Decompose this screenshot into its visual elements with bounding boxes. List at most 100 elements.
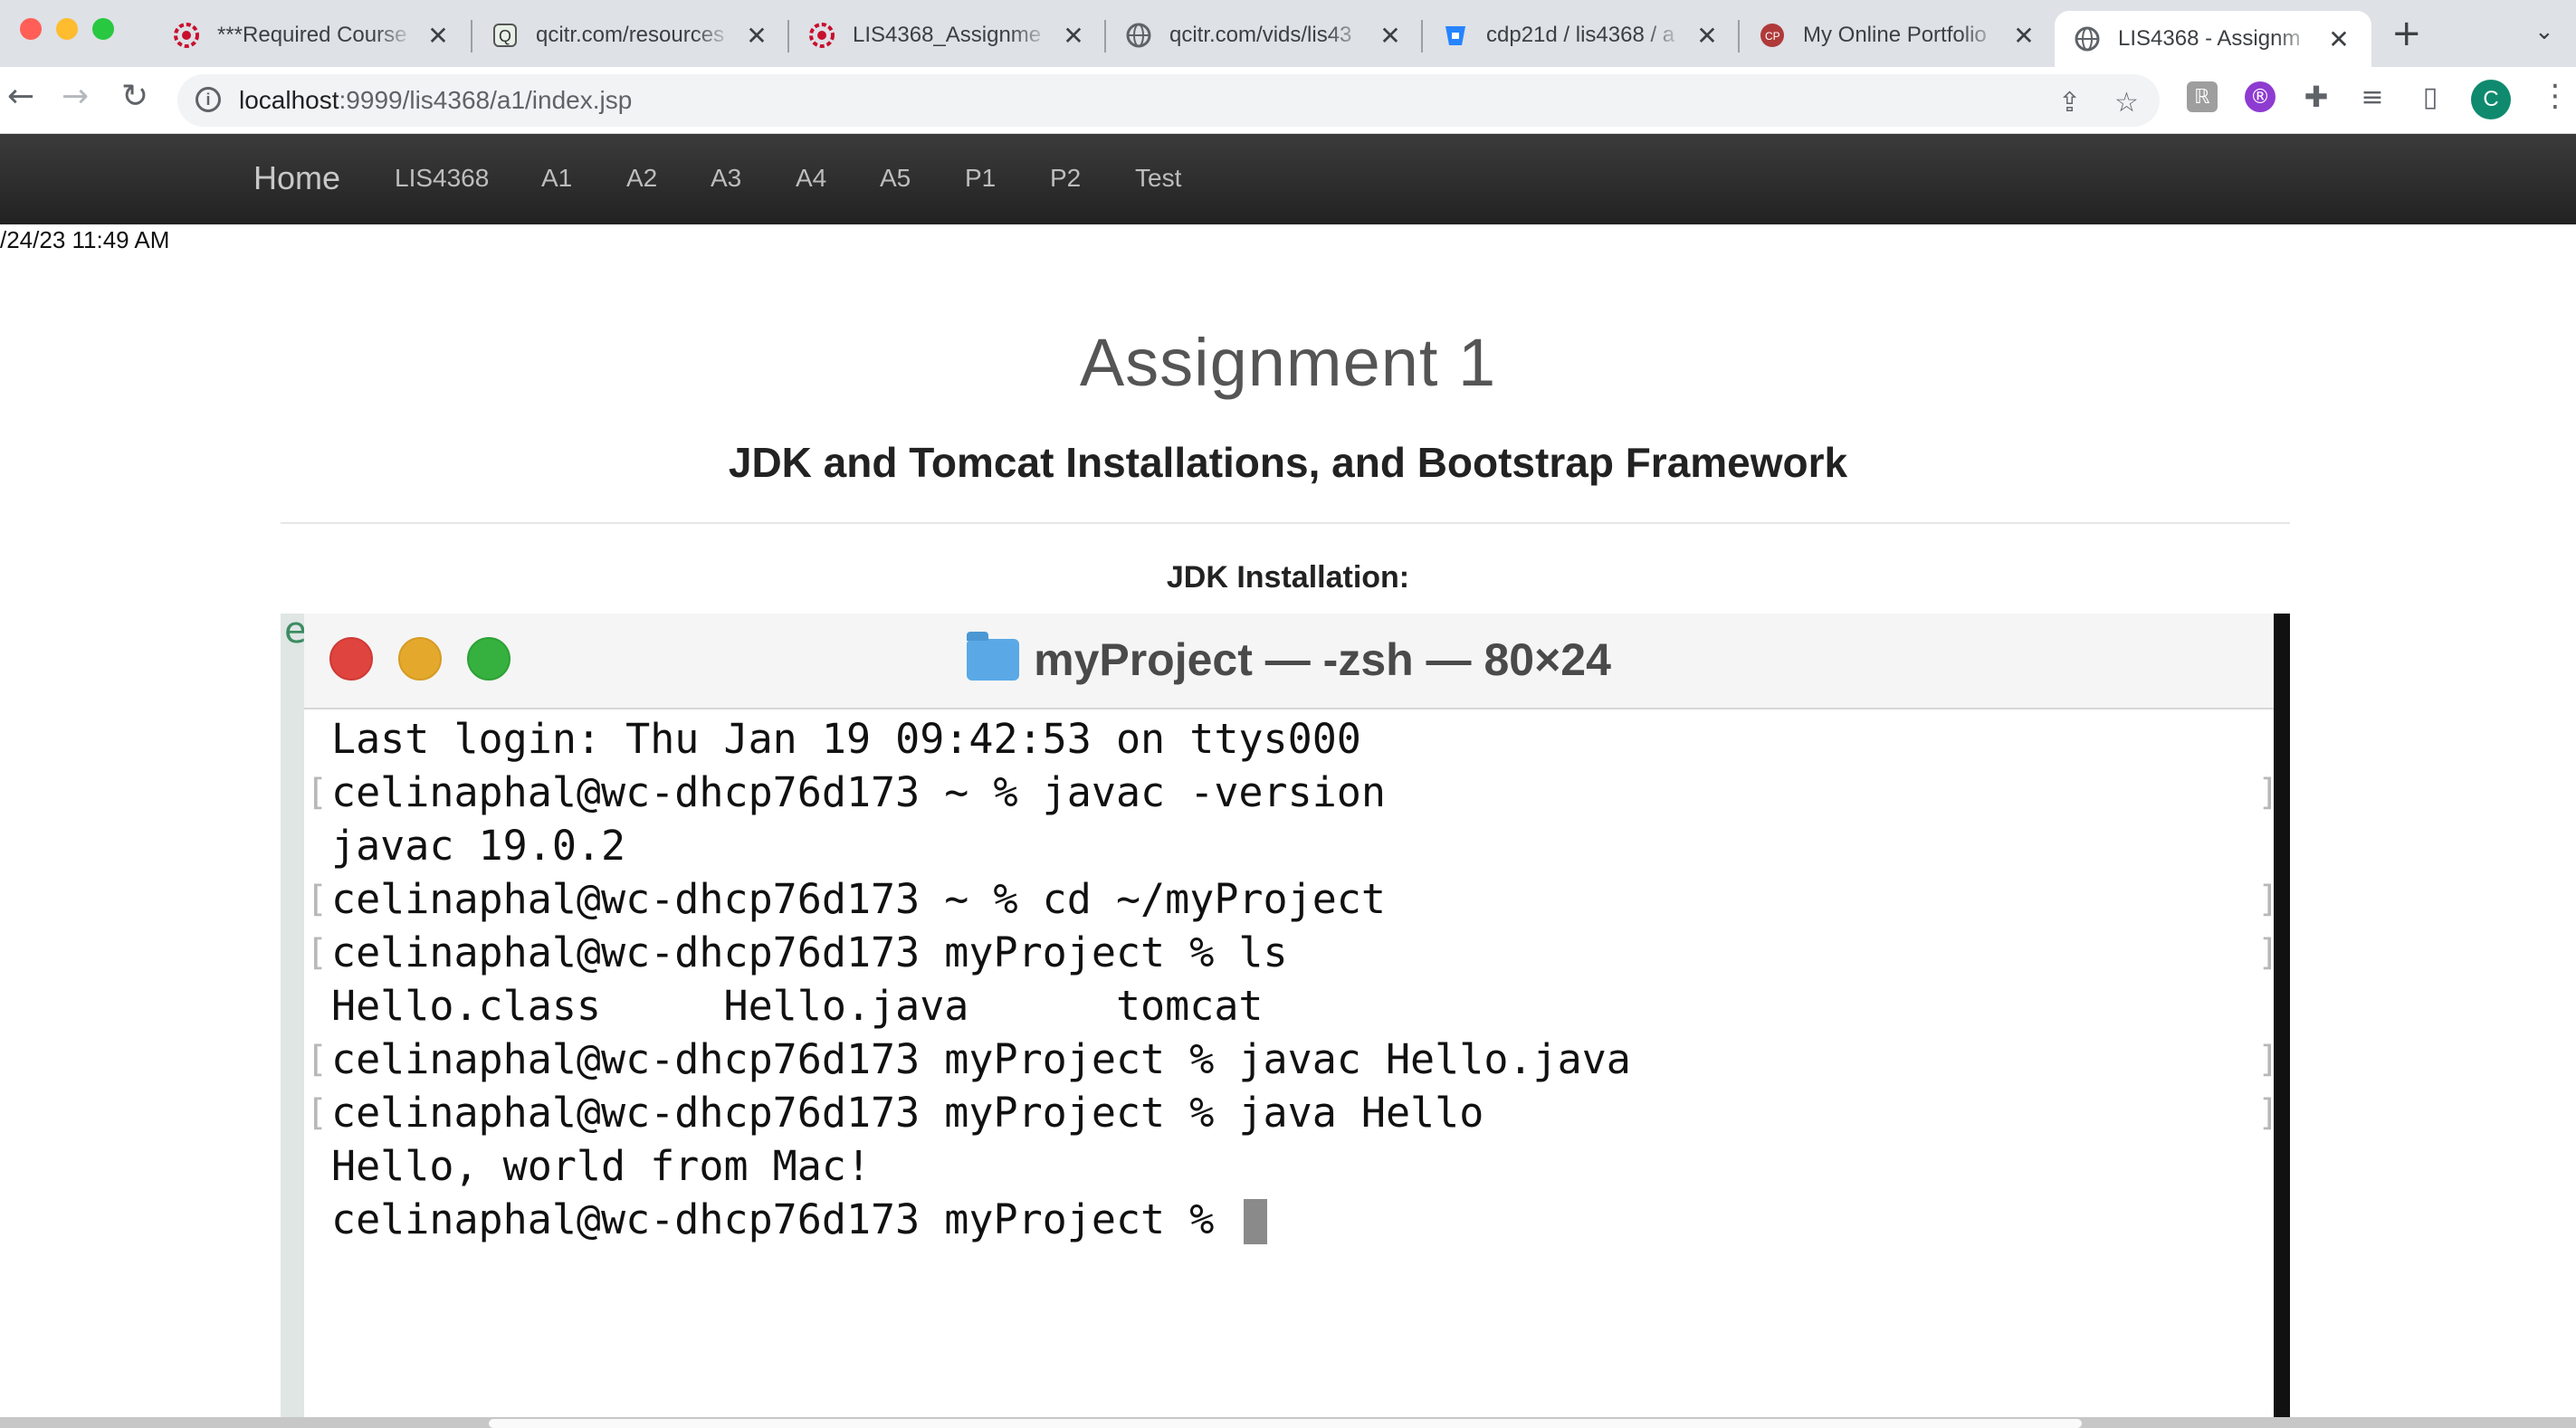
tab-title: LIS4368_Assignme	[853, 23, 1042, 47]
close-icon[interactable]: ✕	[1693, 21, 1722, 51]
terminal-title: myProject — -zsh — 80×24	[304, 632, 2274, 686]
window-minimize-button[interactable]	[56, 18, 78, 40]
browser-tab[interactable]: ***Required Course ✕	[154, 11, 471, 60]
tab-title: My Online Portfolio	[1803, 23, 1987, 47]
portfolio-icon: CP	[1758, 21, 1787, 50]
browser-tab[interactable]: Q qcitr.com/resources ✕	[472, 11, 789, 60]
screenshot-edge-glyph: e	[284, 614, 307, 652]
timestamp: /24/23 11:49 AM	[0, 226, 170, 253]
menu-kebab-icon[interactable]: ⋮	[2540, 78, 2571, 114]
line-bracket-left: [	[306, 932, 329, 974]
svg-text:CP: CP	[1765, 30, 1780, 43]
tab-title: LIS4368 - Assignm	[2118, 26, 2301, 51]
terminal-titlebar: myProject — -zsh — 80×24	[304, 614, 2274, 709]
terminal-line: [] celinaphal@wc-dhcp76d173 myProject % l…	[304, 928, 2279, 976]
close-icon[interactable]: ✕	[1376, 21, 1405, 51]
terminal-line: [] celinaphal@wc-dhcp76d173 ~ % cd ~/myPr…	[304, 875, 2279, 923]
extensions-icon[interactable]: ✚	[2301, 80, 2332, 114]
profile-avatar[interactable]: C	[2471, 80, 2511, 119]
terminal-line-text: Hello, world from Mac!	[331, 1142, 872, 1190]
forward-button[interactable]: →	[62, 78, 89, 115]
nav-link-p1[interactable]: P1	[965, 164, 996, 193]
gear-red-icon	[172, 21, 201, 50]
bookmark-star-icon[interactable]: ☆	[2114, 87, 2139, 119]
browser-tab-active[interactable]: LIS4368 - Assignm ✕	[2055, 11, 2371, 67]
browser-tab[interactable]: LIS4368_Assignme ✕	[789, 11, 1106, 60]
page-subtitle: JDK and Tomcat Installations, and Bootst…	[728, 439, 1848, 486]
terminal-line-text: Last login: Thu Jan 19 09:42:53 on ttys0…	[331, 715, 1361, 763]
tab-title: cdp21d / lis4368 / a	[1486, 23, 1675, 47]
browser-toolbar: ← → ↻ i localhost:9999/lis4368/a1/index.…	[0, 67, 2576, 134]
line-bracket-left: [	[306, 772, 329, 814]
globe-icon	[1124, 21, 1153, 50]
site-navbar: Home LIS4368 A1 A2 A3 A4 A5 P1 P2 Test	[0, 134, 2576, 224]
line-bracket-left: [	[306, 1039, 329, 1081]
screenshot-right-edge	[2274, 614, 2290, 1428]
folder-icon	[967, 632, 1020, 681]
tab-title: qcitr.com/vids/lis43	[1169, 23, 1352, 47]
terminal-cursor	[1244, 1199, 1268, 1244]
nav-link-a3[interactable]: A3	[711, 164, 741, 193]
extension-purple-icon[interactable]: ®	[2245, 81, 2275, 112]
back-button[interactable]: ←	[7, 78, 34, 115]
close-icon[interactable]: ✕	[2009, 21, 2038, 51]
nav-home-link[interactable]: Home	[253, 159, 340, 197]
browser-tab[interactable]: qcitr.com/vids/lis43 ✕	[1106, 11, 1423, 60]
q-icon: Q	[491, 21, 520, 50]
new-tab-button[interactable]: +	[2391, 13, 2422, 54]
terminal-line: [] celinaphal@wc-dhcp76d173 myProject % j…	[304, 1089, 2279, 1137]
nav-link-a2[interactable]: A2	[626, 164, 657, 193]
url-path: :9999/lis4368/a1/index.jsp	[339, 86, 633, 114]
url-host: localhost	[239, 86, 339, 114]
browser-tab[interactable]: CP My Online Portfolio ✕	[1740, 11, 2056, 60]
close-icon[interactable]: ✕	[742, 21, 771, 51]
terminal-line-text: Hello.class Hello.java tomcat	[331, 982, 1264, 1030]
share-icon[interactable]: ⇪	[2058, 87, 2081, 119]
terminal-line: [] celinaphal@wc-dhcp76d173 ~ % javac -ve…	[304, 768, 2279, 816]
reading-list-icon[interactable]: ≡	[2357, 81, 2388, 113]
line-bracket-left: [	[306, 879, 329, 920]
nav-link-a5[interactable]: A5	[880, 164, 911, 193]
terminal-line-text: celinaphal@wc-dhcp76d173 myProject %	[331, 1195, 1239, 1243]
nav-link-test[interactable]: Test	[1135, 164, 1181, 193]
terminal-line-text: celinaphal@wc-dhcp76d173 myProject % jav…	[331, 1035, 1631, 1083]
window-zoom-button[interactable]	[92, 18, 114, 40]
terminal-line-text: celinaphal@wc-dhcp76d173 ~ % javac -vers…	[331, 768, 1386, 816]
browser-tab[interactable]: cdp21d / lis4368 / a ✕	[1423, 11, 1740, 60]
nav-link-a1[interactable]: A1	[541, 164, 572, 193]
terminal-window: myProject — -zsh — 80×24 Last login: Thu…	[304, 614, 2290, 1428]
close-icon[interactable]: ✕	[424, 21, 453, 51]
terminal-screenshot-image: e myProject — -zsh — 80×24 Last login: T…	[281, 614, 2290, 1428]
info-icon[interactable]: i	[196, 87, 221, 112]
screenshot-left-edge	[281, 614, 304, 1428]
reload-button[interactable]: ↻	[121, 78, 148, 115]
bitbucket-icon	[1441, 21, 1470, 50]
terminal-line: [] celinaphal@wc-dhcp76d173 myProject % j…	[304, 1035, 2279, 1083]
globe-icon	[2073, 24, 2102, 53]
side-panel-icon[interactable]: ▯	[2415, 81, 2446, 113]
terminal-line-text: javac 19.0.2	[331, 822, 626, 870]
horizontal-scrollbar[interactable]	[0, 1417, 2576, 1428]
nav-link-a4[interactable]: A4	[796, 164, 826, 193]
close-icon[interactable]: ✕	[2324, 24, 2353, 54]
scrollbar-thumb[interactable]	[489, 1419, 2082, 1428]
terminal-line: Hello, world from Mac!	[304, 1142, 2274, 1190]
address-bar[interactable]: i localhost:9999/lis4368/a1/index.jsp ⇪ …	[177, 74, 2160, 127]
terminal-line: javac 19.0.2	[304, 822, 2274, 870]
page-title: Assignment 1	[1079, 325, 1497, 400]
chevron-down-icon[interactable]: ⌄	[2534, 18, 2554, 45]
gear-red-icon	[807, 21, 836, 50]
terminal-title-text: myProject — -zsh — 80×24	[1034, 634, 1611, 685]
browser-tab-strip: ***Required Course ✕ Q qcitr.com/resourc…	[0, 0, 2576, 67]
terminal-line-text: celinaphal@wc-dhcp76d173 myProject % ls	[331, 928, 1288, 976]
nav-link-p2[interactable]: P2	[1050, 164, 1081, 193]
tab-title: qcitr.com/resources	[536, 23, 725, 47]
window-close-button[interactable]	[20, 18, 42, 40]
close-icon[interactable]: ✕	[1059, 21, 1088, 51]
extension-puzzle-grey-icon[interactable]: ℝ	[2187, 81, 2218, 112]
divider	[281, 522, 2290, 524]
line-bracket-left: [	[306, 1092, 329, 1134]
section-heading: JDK Installation:	[1166, 560, 1410, 595]
nav-link-lis4368[interactable]: LIS4368	[395, 164, 489, 193]
tab-title: ***Required Course	[217, 23, 407, 47]
